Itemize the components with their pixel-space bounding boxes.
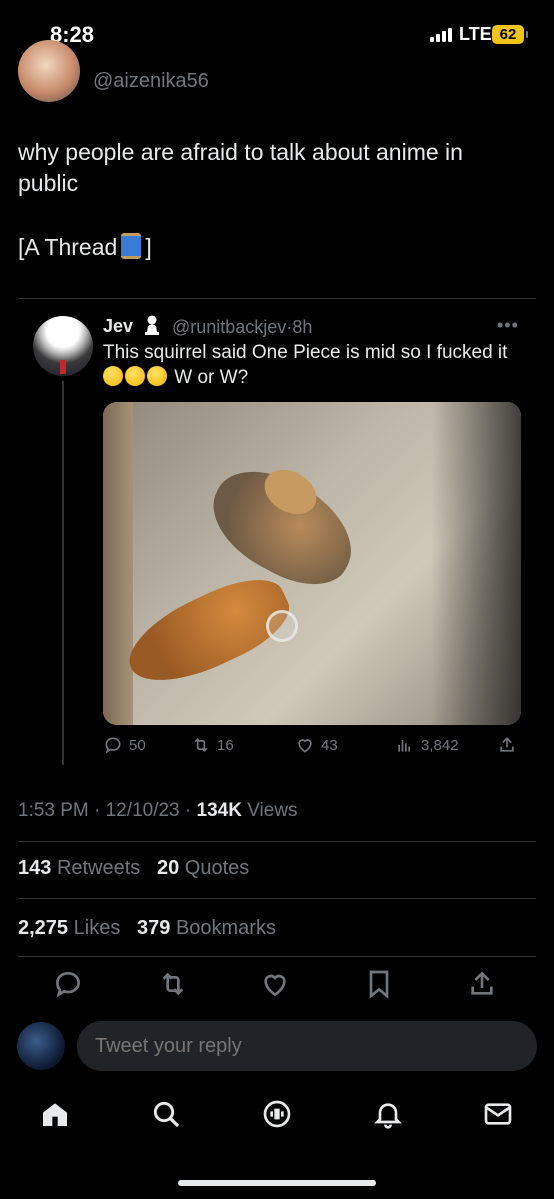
quote-text-end: W or W?	[174, 367, 249, 388]
tweet-meta: 1:53 PM · 12/10/23 · 134K Views	[18, 800, 298, 821]
signal-icon	[430, 28, 452, 42]
quote-avatar[interactable]	[33, 316, 93, 376]
heart-icon	[298, 739, 312, 753]
tweet-text: why people are afraid to talk about anim…	[18, 139, 463, 196]
divider	[18, 956, 536, 957]
spaces-icon	[263, 1100, 291, 1128]
quote-handle-time: @runitbackjev·8h	[172, 317, 313, 337]
bookmark-button[interactable]	[363, 968, 395, 1000]
spool-of-thread-icon	[121, 233, 142, 259]
quoted-tweet[interactable]: Jev @runitbackjev·8h ••• This squirrel s…	[18, 298, 536, 780]
chess-pawn-badge-icon	[145, 315, 159, 335]
like-button[interactable]	[259, 968, 291, 1000]
search-icon	[153, 1101, 180, 1128]
reply-button[interactable]	[52, 968, 84, 1000]
share-button[interactable]	[466, 968, 498, 1000]
bookmarks-stat[interactable]: 379 Bookmarks	[137, 917, 276, 939]
thread-connector	[62, 381, 64, 765]
squirrel-photo[interactable]	[103, 402, 521, 725]
retweet-count: 16	[217, 736, 234, 754]
thread-prefix: [A Thread	[18, 234, 118, 260]
thread-label: [A Thread]	[18, 233, 152, 261]
views-action[interactable]: 3,842	[395, 735, 459, 755]
share-action[interactable]	[497, 735, 517, 755]
network-label: LTE	[459, 24, 492, 44]
battery-icon: 62	[492, 25, 528, 44]
quote-text-main: This squirrel said One Piece is mid so I…	[103, 342, 508, 363]
rolling-on-floor-laughing-icon	[147, 366, 167, 386]
author-handle[interactable]: @aizenika56	[93, 70, 209, 93]
mail-icon	[484, 1103, 512, 1125]
share-icon	[471, 971, 493, 995]
retweet-button[interactable]	[157, 968, 189, 1000]
retweet-action[interactable]: 16	[191, 735, 234, 755]
bell-icon	[374, 1103, 402, 1129]
quote-time: 8h	[292, 317, 313, 337]
more-options-icon[interactable]: •••	[497, 315, 519, 336]
quotes-stat[interactable]: 20 Quotes	[157, 857, 249, 879]
bottom-tab-bar	[0, 1090, 554, 1145]
status-bar: 8:28 LTE 62	[0, 0, 554, 68]
reply-input[interactable]	[77, 1021, 537, 1071]
views-total: 134K	[196, 800, 242, 821]
tweet-time: 1:53 PM	[18, 800, 89, 821]
tab-notifications[interactable]	[372, 1098, 404, 1130]
likes-bookmarks-row: 2,275 Likes 379 Bookmarks	[18, 917, 276, 940]
retweets-quotes-row: 143 Retweets 20 Quotes	[18, 857, 249, 880]
bookmark-icon	[369, 970, 389, 999]
reply-icon	[105, 737, 121, 754]
reply-icon	[55, 971, 81, 998]
home-indicator	[178, 1180, 376, 1186]
thread-suffix: ]	[145, 234, 152, 260]
views-icon	[398, 740, 410, 752]
tab-spaces[interactable]	[261, 1098, 293, 1130]
heart-icon	[264, 974, 286, 997]
tab-messages[interactable]	[482, 1098, 514, 1130]
reply-action[interactable]: 50	[103, 735, 146, 755]
tab-search[interactable]	[150, 1098, 182, 1130]
views-count: 3,842	[421, 736, 459, 754]
loudly-crying-face-icon	[125, 366, 145, 386]
likes-stat[interactable]: 2,275 Likes	[18, 917, 120, 939]
loudly-crying-face-icon	[103, 366, 123, 386]
current-user-avatar[interactable]	[17, 1022, 65, 1070]
retweets-stat[interactable]: 143 Retweets	[18, 857, 140, 879]
home-icon	[43, 1103, 67, 1126]
share-icon	[500, 737, 514, 752]
tweet-action-bar	[0, 968, 554, 1008]
retweet-icon	[194, 737, 208, 753]
like-action[interactable]: 43	[295, 735, 338, 755]
reply-count: 50	[129, 736, 146, 754]
tab-home[interactable]	[39, 1098, 71, 1130]
views-label: Views	[247, 800, 298, 821]
quote-handle[interactable]: @runitbackjev	[172, 317, 286, 337]
divider	[18, 841, 536, 842]
quote-actions: 50 16 43 3,842	[103, 735, 521, 757]
retweet-icon	[162, 972, 184, 996]
quote-author-name[interactable]: Jev	[103, 316, 133, 337]
tweet-date: 12/10/23	[105, 800, 180, 821]
like-count: 43	[321, 736, 338, 754]
divider	[18, 898, 536, 899]
author-avatar[interactable]	[18, 40, 80, 102]
quote-text: This squirrel said One Piece is mid so I…	[103, 340, 523, 390]
